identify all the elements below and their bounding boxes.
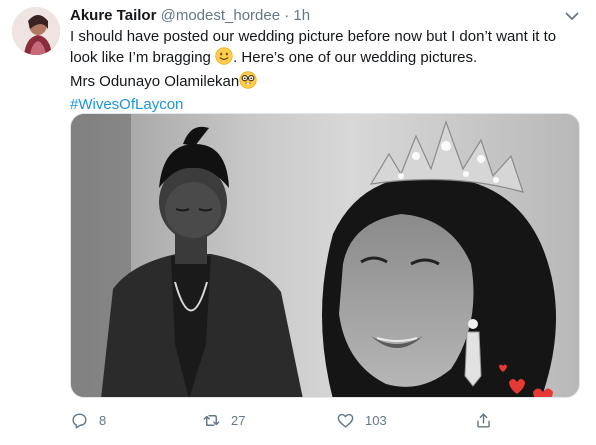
like-count: 103 [365,412,387,428]
like-button[interactable]: 103 [336,405,387,435]
hashtag-line: #WivesOfLaycon [70,95,580,115]
author-name[interactable]: Akure Tailor [70,7,156,24]
tweet-line-2-end: . Here’s one of our wedding pictures. [233,49,478,66]
retweet-icon [203,414,220,426]
tweet-line-1: I should have posted our wedding picture… [70,28,557,45]
retweet-button[interactable]: 27 [202,405,245,435]
tweet-line-2: look like I’m bragging . Here’s one of o… [70,47,580,71]
tweet-time[interactable]: 1h [293,7,310,24]
hashtag-link[interactable]: #WivesOfLaycon [70,96,183,113]
slightly-smiling-face-icon [215,47,233,71]
tweet-photo[interactable] [70,113,580,398]
tweet-actions: 8 27 103 [70,405,580,435]
tweet-line-3: Mrs Odunayo Olamilekan [70,71,580,95]
tweet-text: I should have posted our wedding picture… [70,27,580,115]
avatar[interactable] [12,7,60,55]
tweet-line-3-text: Mrs Odunayo Olamilekan [70,73,240,90]
reply-count: 8 [99,412,107,428]
reply-button[interactable]: 8 [70,405,106,435]
tweet-line-2-start: look like I’m bragging [70,49,211,66]
retweet-count: 27 [231,412,246,428]
more-options-button[interactable] [562,6,582,26]
author-handle[interactable]: @modest_hordee [161,7,280,24]
reply-icon [72,412,87,428]
avatar-photo [12,7,60,55]
separator-dot: · [284,7,290,24]
nerd-face-icon [239,71,257,95]
share-icon [477,412,490,428]
tweet-header: Akure Tailor @modest_hordee · 1h [70,6,310,26]
chevron-down-icon [565,12,579,20]
heart-icon [337,413,354,428]
wedding-photo [71,114,579,397]
share-button[interactable] [474,405,503,435]
